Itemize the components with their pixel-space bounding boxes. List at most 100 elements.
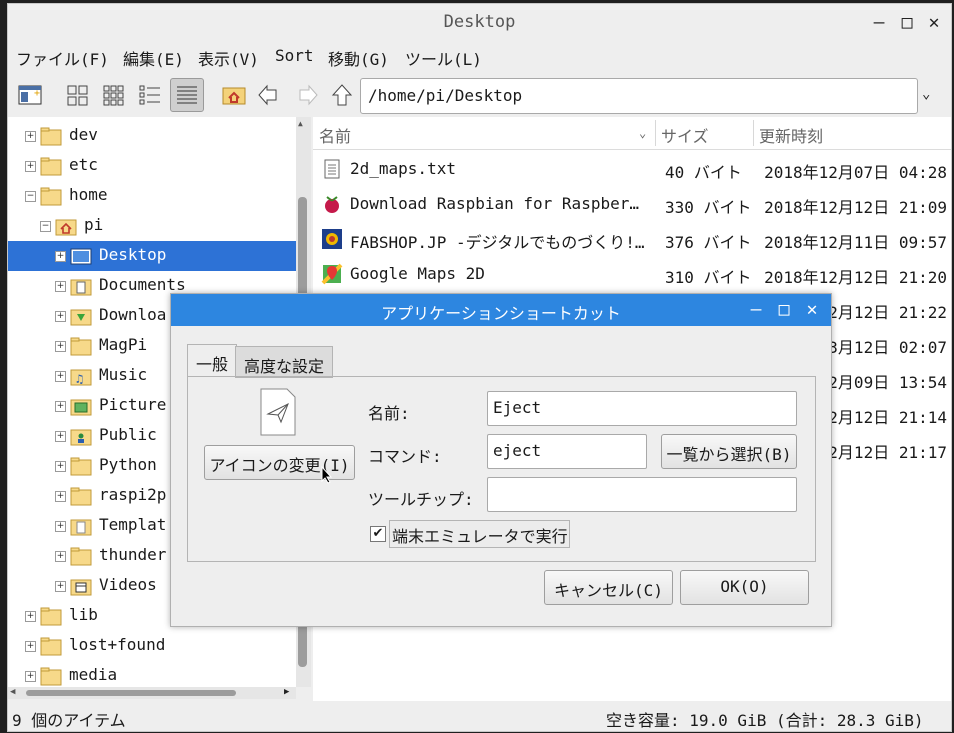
file-row[interactable]: FABSHOP.JP -デジタルでものづくり!… 376 バイト 2018年12月1… — [313, 222, 951, 257]
expand-icon[interactable]: + — [25, 161, 36, 172]
tree-item-dev[interactable]: + dev — [8, 121, 296, 151]
menu-sort[interactable]: Sort — [275, 46, 314, 65]
file-row[interactable]: Download Raspbian for Raspber… 330 バイト 201… — [313, 187, 951, 222]
folder-icon — [40, 126, 62, 146]
browse-button[interactable]: 一覧から選択(B) — [661, 434, 797, 469]
expand-icon[interactable]: + — [55, 551, 66, 562]
up-arrow-icon[interactable] — [328, 81, 356, 109]
scroll-up-icon[interactable]: ▲ — [298, 119, 303, 128]
expand-icon[interactable]: + — [25, 611, 36, 622]
shortcut-dialog: アプリケーションショートカット — □ ✕ 一般 高度な設定 アイコンの変更(I… — [170, 293, 832, 627]
path-input[interactable]: /home/pi/Desktop — [360, 78, 918, 114]
file-date: 2月12日 21:22 — [828, 303, 947, 322]
thumbnail-view-icon[interactable] — [100, 81, 128, 109]
cancel-button[interactable]: キャンセル(C) — [544, 570, 673, 605]
dialog-minimize-icon[interactable]: — — [745, 299, 767, 321]
path-text: /home/pi/Desktop — [368, 86, 523, 105]
name-field[interactable]: Eject — [487, 391, 797, 426]
expand-icon[interactable]: + — [55, 431, 66, 442]
tree-item-pi[interactable]: − pi — [8, 211, 296, 241]
chevron-down-icon[interactable]: ⌄ — [922, 86, 930, 102]
file-row[interactable]: 2d_maps.txt 40 バイト 2018年12月07日 04:28 — [313, 152, 951, 187]
expand-icon[interactable]: + — [55, 281, 66, 292]
terminal-label: 端末エミュレータで実行 — [392, 527, 568, 546]
terminal-checkbox[interactable]: ✔ — [370, 526, 386, 542]
file-date: 2018年12月11日 09:57 — [764, 233, 947, 252]
column-name[interactable]: 名前 — [319, 123, 351, 147]
tree-item-media[interactable]: + media — [8, 661, 296, 687]
sort-chevron-icon[interactable]: ⌄ — [639, 126, 646, 140]
expand-icon[interactable]: + — [25, 641, 36, 652]
back-arrow-icon[interactable] — [256, 81, 284, 109]
window-title: Desktop — [443, 12, 516, 32]
compact-view-icon[interactable] — [136, 81, 164, 109]
tree-item-lost-found[interactable]: + lost+found — [8, 631, 296, 661]
column-divider — [655, 120, 656, 146]
menu-tools[interactable]: ツール(L) — [405, 46, 482, 70]
file-date: 2018年12月12日 21:09 — [764, 198, 947, 217]
tree-item-label: etc — [69, 155, 98, 174]
home-folder-icon — [55, 216, 77, 236]
menu-go[interactable]: 移動(G) — [328, 46, 389, 70]
detail-view-icon[interactable] — [170, 78, 204, 112]
expand-icon[interactable]: + — [25, 131, 36, 142]
expand-icon[interactable]: + — [55, 491, 66, 502]
expand-icon[interactable]: + — [55, 401, 66, 412]
dialog-close-icon[interactable]: ✕ — [801, 299, 823, 321]
new-window-icon[interactable]: + — [16, 81, 44, 109]
tree-item-home[interactable]: − home — [8, 181, 296, 211]
collapse-icon[interactable]: − — [25, 191, 36, 202]
name-label: 名前: — [368, 404, 410, 423]
tab-general[interactable]: 一般 — [187, 344, 237, 378]
expand-icon[interactable]: + — [55, 311, 66, 322]
expand-icon[interactable]: + — [55, 461, 66, 472]
expand-icon[interactable]: + — [25, 671, 36, 682]
icon-view-icon[interactable] — [64, 81, 92, 109]
folder-icon — [40, 666, 62, 686]
ok-label: OK(O) — [720, 577, 769, 596]
scroll-right-icon[interactable]: ▶ — [284, 687, 289, 697]
command-field[interactable]: eject — [487, 434, 647, 469]
expand-icon[interactable]: + — [55, 341, 66, 352]
cancel-label: キャンセル(C) — [554, 581, 663, 600]
collapse-icon[interactable]: − — [40, 221, 51, 232]
menu-view[interactable]: 表示(V) — [198, 46, 259, 70]
tree-horizontal-scroll-thumb[interactable] — [26, 690, 236, 696]
title-bar[interactable]: Desktop — □ ✕ — [8, 4, 951, 42]
expand-icon[interactable]: + — [55, 371, 66, 382]
name-value: Eject — [493, 398, 542, 417]
expand-icon[interactable]: + — [55, 251, 66, 262]
tree-horizontal-scrollbar[interactable]: ◀ ▶ — [8, 687, 296, 699]
tree-item-desktop[interactable]: + Desktop — [8, 241, 296, 271]
tooltip-field[interactable] — [487, 477, 797, 512]
menu-bar: ファイル(F) 編集(E) 表示(V) Sort 移動(G) ツール(L) — [8, 42, 951, 72]
ok-button[interactable]: OK(O) — [680, 570, 809, 605]
tree-item-label: media — [69, 665, 118, 684]
templates-folder-icon — [70, 516, 92, 536]
file-row[interactable]: Google Maps 2D 310 バイト 2018年12月12日 21:20 — [313, 257, 951, 292]
minimize-icon[interactable]: — — [868, 12, 890, 34]
maximize-icon[interactable]: □ — [896, 12, 918, 34]
pictures-folder-icon — [70, 396, 92, 416]
home-icon[interactable] — [220, 81, 248, 109]
tree-item-label: home — [69, 185, 108, 204]
tab-advanced[interactable]: 高度な設定 — [235, 346, 333, 378]
tree-item-label: raspi2p — [99, 485, 167, 504]
forward-arrow-icon[interactable] — [292, 81, 320, 109]
column-modified[interactable]: 更新時刻 — [759, 123, 823, 147]
file-name: Google Maps 2D — [350, 264, 485, 283]
dialog-maximize-icon[interactable]: □ — [773, 299, 795, 321]
expand-icon[interactable]: + — [55, 581, 66, 592]
terminal-checkbox-label-box[interactable]: 端末エミュレータで実行 — [389, 520, 570, 548]
downloads-folder-icon — [70, 306, 92, 326]
menu-edit[interactable]: 編集(E) — [123, 46, 184, 70]
file-name: 2d_maps.txt — [350, 159, 456, 178]
close-icon[interactable]: ✕ — [923, 12, 945, 34]
menu-file[interactable]: ファイル(F) — [16, 46, 109, 70]
dialog-title-bar[interactable]: アプリケーションショートカット — □ ✕ — [171, 294, 831, 326]
expand-icon[interactable]: + — [55, 521, 66, 532]
column-size[interactable]: サイズ — [661, 123, 709, 147]
scroll-left-icon[interactable]: ◀ — [10, 687, 15, 697]
tree-item-label: lost+found — [69, 635, 166, 654]
tree-item-etc[interactable]: + etc — [8, 151, 296, 181]
